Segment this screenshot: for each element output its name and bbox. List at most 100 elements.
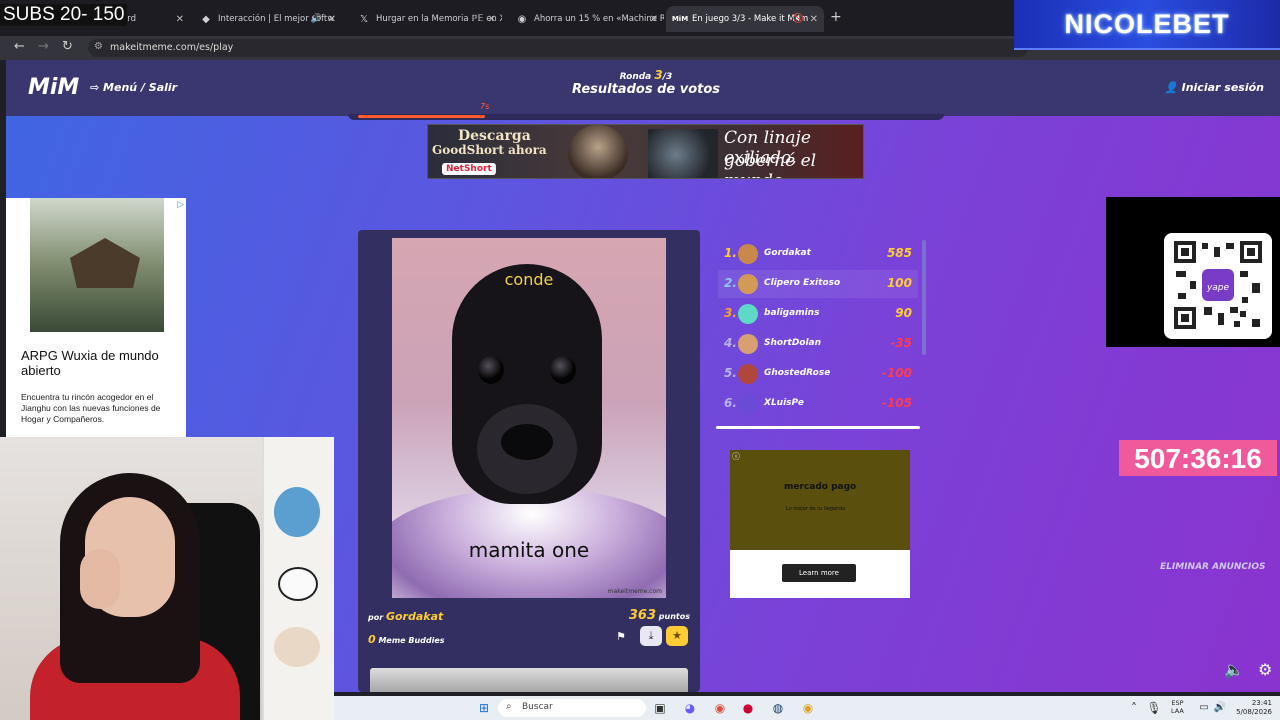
download-icon: ⤓: [648, 629, 654, 642]
star-icon: ★: [672, 629, 682, 642]
leaderboard-row: 4. ShortDolan -35: [718, 330, 918, 358]
menu-exit-button[interactable]: ⇨ Menú / Salir: [90, 81, 177, 94]
tab-title: En juego 3/3 - Make it Mem: [692, 14, 809, 24]
close-icon[interactable]: ✕: [176, 14, 184, 25]
tab-title: Ahorra un 15 % en «Machine R: [534, 14, 664, 24]
learn-more-button[interactable]: Learn more: [782, 564, 856, 582]
avatar: [738, 274, 758, 294]
author-name[interactable]: Gordakat: [386, 610, 443, 623]
favorite-button[interactable]: ★: [666, 626, 688, 646]
qr-caption: yape: [1206, 283, 1230, 293]
meme-author: por Gordakat: [368, 610, 443, 623]
url-field[interactable]: ⚙ makeitmeme.com/es/play: [88, 39, 1028, 57]
mute-icon[interactable]: 🔇: [793, 14, 804, 24]
discord-icon[interactable]: ◕: [682, 700, 698, 716]
meme-bottom-caption: mamita one: [468, 538, 590, 562]
leaderboard-scrollbar[interactable]: [922, 240, 926, 355]
monitor-icon[interactable]: ▭: [1196, 700, 1212, 716]
taskbar-search[interactable]: ⌕ Buscar: [498, 699, 646, 717]
volume-icon[interactable]: 🔊: [1212, 700, 1228, 716]
avatar: [738, 304, 758, 324]
player-name: baligamins: [764, 308, 820, 318]
ad-image: ⓘ mercado pago Lo mejor de tu llegando: [730, 450, 910, 550]
top-banner-ad[interactable]: Descarga GoodShort ahora NetShort Con li…: [427, 124, 864, 179]
exit-icon: ⇨: [90, 81, 104, 94]
search-placeholder: Buscar: [522, 702, 553, 712]
close-icon[interactable]: ✕: [810, 14, 818, 25]
ad-heading: ARPG Wuxia de mundo abierto: [21, 348, 159, 378]
left-side-ad[interactable]: ▷ ARPG Wuxia de mundo abierto Encuentra …: [6, 198, 186, 438]
clock[interactable]: 23:41 5/08/2026: [1232, 699, 1272, 717]
round-current: 3: [654, 68, 663, 82]
browser-tab-active[interactable]: MiM En juego 3/3 - Make it Mem 🔇 ✕: [666, 6, 824, 32]
language-indicator[interactable]: ESP LAA: [1171, 699, 1184, 715]
browser-tab[interactable]: 𝕏 Hurgar en la Memoria ℙ𝔼 en X ✕: [350, 6, 502, 32]
next-meme-preview: [370, 668, 688, 692]
leaderboard-divider: [716, 426, 920, 429]
ad-tagline: Lo mejor de tu llegando: [786, 506, 846, 512]
player-score: 100: [886, 276, 912, 290]
avatar: [738, 364, 758, 384]
diamond-icon: ◆: [202, 13, 210, 25]
mim-favicon-icon: MiM: [671, 15, 689, 23]
site-info-icon[interactable]: ⚙: [94, 41, 103, 52]
url-text: makeitmeme.com/es/play: [110, 42, 234, 53]
ad-brand: mercado pago: [784, 482, 857, 492]
task-view-icon[interactable]: ▣: [652, 700, 668, 716]
close-icon[interactable]: ✕: [488, 14, 496, 25]
avatar: [738, 394, 758, 414]
speaker-icon[interactable]: 🔊: [311, 14, 322, 24]
meme-top-caption: conde: [504, 270, 554, 289]
browser-tab[interactable]: ◉ Ahorra un 15 % en «Machine R ✕: [508, 6, 664, 32]
login-button[interactable]: 👤 Iniciar sesión: [1164, 81, 1264, 94]
browser-tab[interactable]: ◆ Interacción | El mejor softw 🔊 ✕: [192, 6, 342, 32]
windows-start-icon[interactable]: ⊞: [476, 700, 492, 716]
back-icon[interactable]: ←: [14, 39, 25, 54]
sound-icon[interactable]: 🔈: [1224, 660, 1244, 679]
taskbar: ⊞ ⌕ Buscar ▣ ◕ ◉ ● ◍ ◉ ˄ 🎙 ESP LAA ▭ 🔊 2…: [334, 696, 1280, 720]
chevron-up-icon[interactable]: ˄: [1126, 700, 1142, 716]
buddies-label: Meme Buddies: [378, 636, 445, 645]
new-tab-icon[interactable]: +: [830, 9, 842, 25]
chrome-alt-icon[interactable]: ◉: [800, 700, 816, 716]
close-icon[interactable]: ✕: [650, 14, 658, 25]
ad-info-icon[interactable]: ⓘ: [732, 451, 740, 462]
player-name: GhostedRose: [764, 368, 831, 378]
close-icon[interactable]: ✕: [328, 14, 336, 25]
remove-ads-link[interactable]: ELIMINAR ANUNCIOS: [1160, 562, 1266, 572]
qr-code: yape: [1164, 233, 1272, 339]
steam-icon[interactable]: ◍: [770, 700, 786, 716]
meme-image: conde mamita one makeitmeme.com: [392, 238, 666, 598]
player-score: -100: [881, 366, 912, 380]
reload-icon[interactable]: ↻: [62, 39, 73, 54]
search-icon: ⌕: [506, 701, 512, 712]
round-total: /3: [662, 72, 673, 82]
leaderboard-row: 5. GhostedRose -100: [718, 360, 918, 388]
forward-icon[interactable]: →: [38, 39, 49, 54]
app-icon[interactable]: ●: [740, 700, 756, 716]
steam-icon: ◉: [517, 13, 527, 25]
rank: 3.: [724, 306, 737, 320]
points-value: 363: [628, 608, 656, 623]
mic-icon[interactable]: 🎙: [1146, 700, 1162, 716]
round-indicator: Ronda 3/3: [546, 68, 746, 82]
user-icon: 👤: [1164, 81, 1182, 94]
clock-time: 23:41: [1251, 699, 1272, 707]
leaderboard-row: 2. Clipero Exitoso 100: [718, 270, 918, 298]
adchoices-icon[interactable]: ▷: [177, 200, 184, 210]
gear-icon[interactable]: ⚙: [1258, 660, 1272, 679]
menu-label: Menú / Salir: [103, 81, 178, 94]
mim-logo[interactable]: MiM: [28, 75, 79, 100]
player-name: Gordakat: [764, 248, 811, 258]
ad-brand: NetShort: [442, 163, 496, 175]
ad-image: [568, 125, 628, 178]
player-name: Clipero Exitoso: [764, 278, 841, 288]
download-button[interactable]: ⤓: [640, 626, 662, 646]
timer-bar: [348, 114, 944, 120]
mercado-pago-ad[interactable]: ⓘ mercado pago Lo mejor de tu llegando L…: [730, 450, 910, 598]
meme-points: 363 puntos: [629, 608, 690, 623]
page-title: Resultados de votos: [571, 82, 721, 97]
chrome-icon[interactable]: ◉: [712, 700, 728, 716]
report-flag-icon[interactable]: ⚑: [616, 630, 626, 643]
lang-line: LAA: [1171, 707, 1184, 715]
